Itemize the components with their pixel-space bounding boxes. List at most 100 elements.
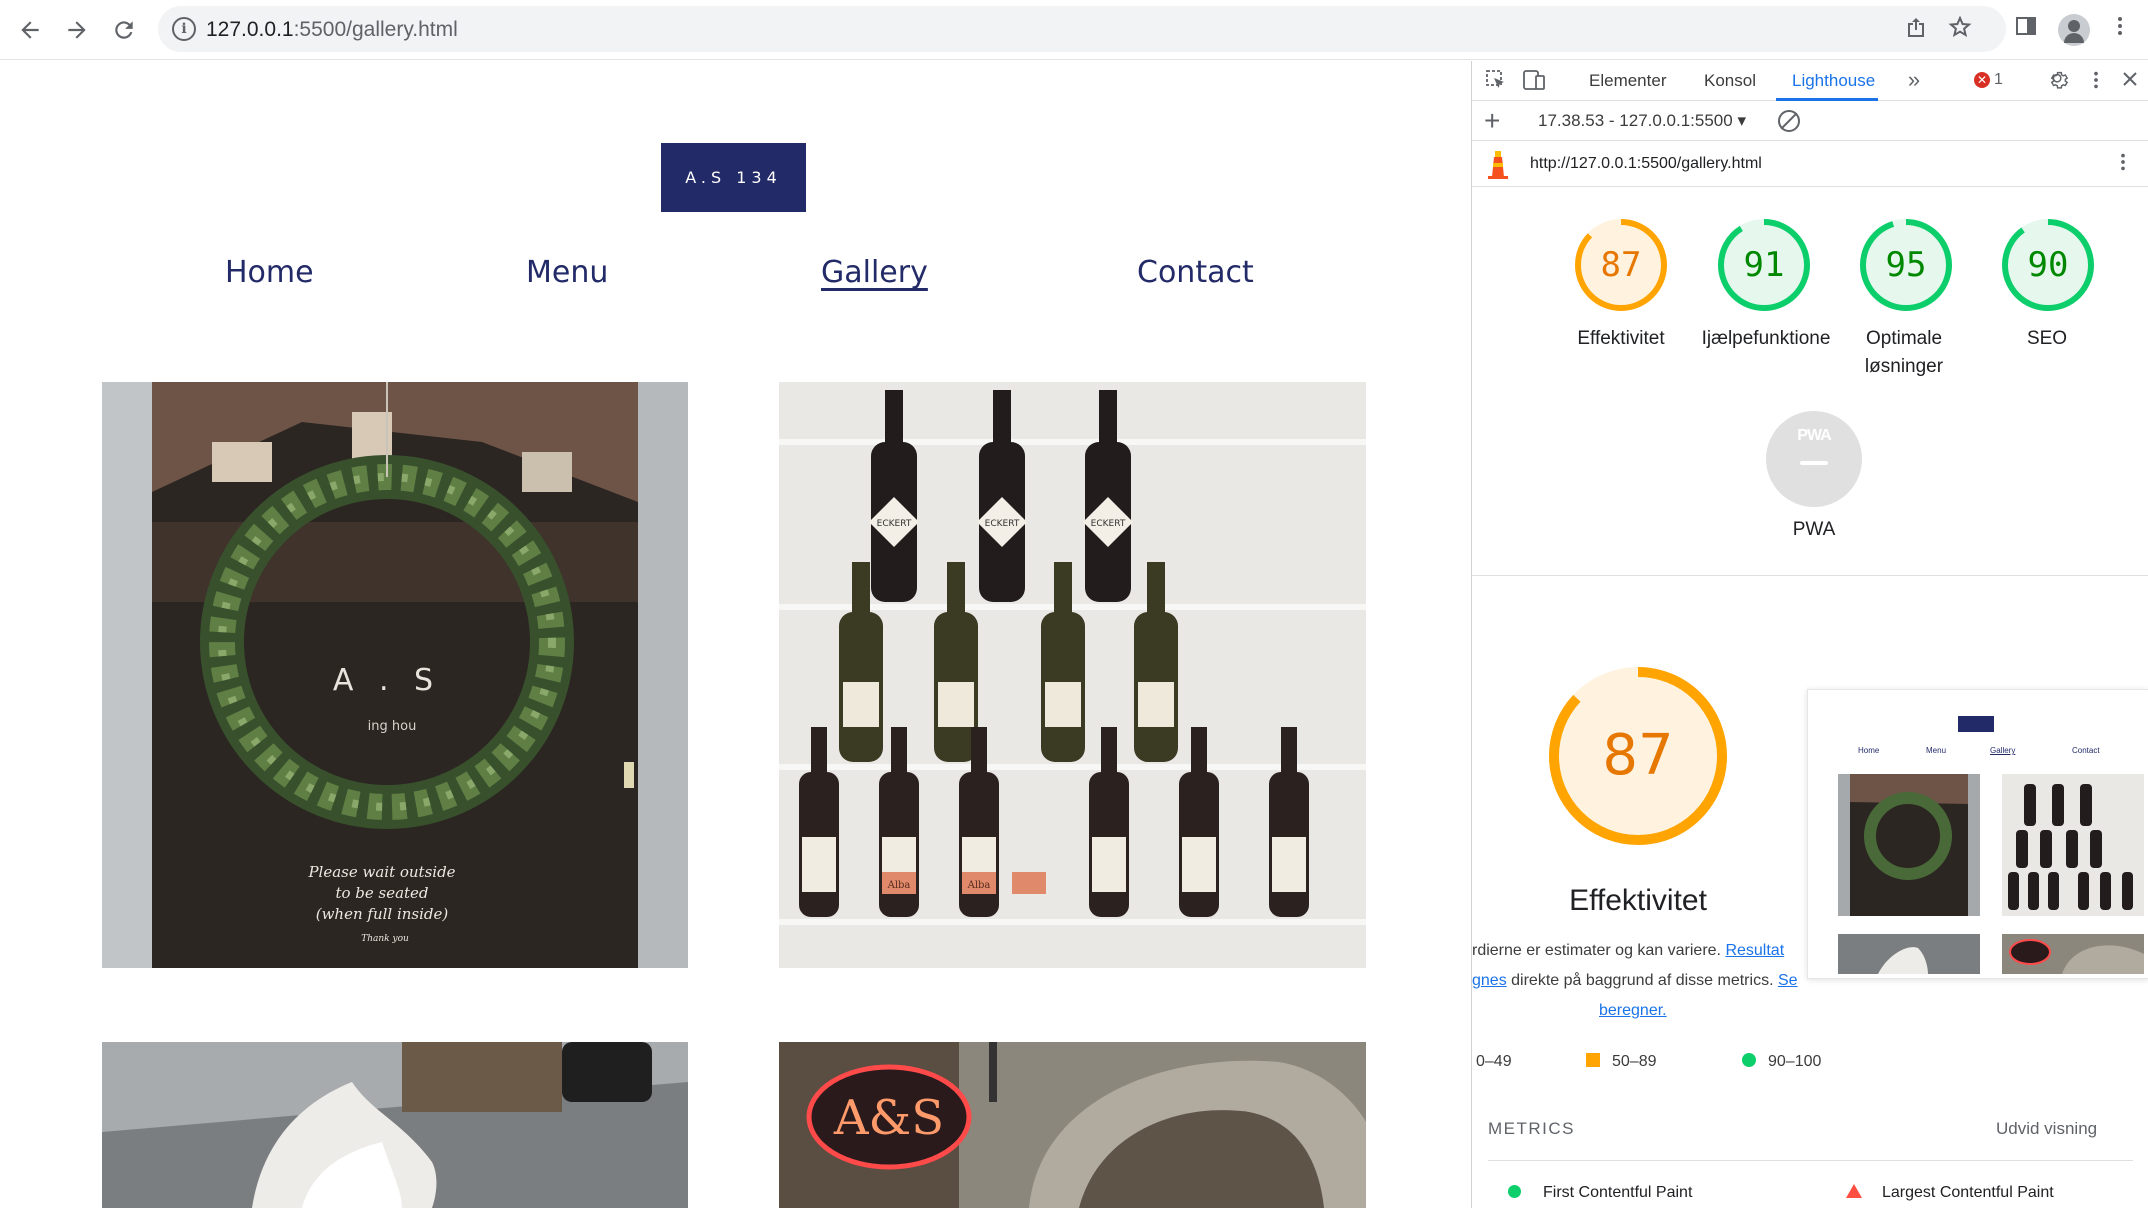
thumb-photo-wreath: [1838, 774, 1980, 916]
reload-icon[interactable]: [106, 12, 142, 48]
svg-text:Thank you: Thank you: [361, 934, 409, 944]
page-screenshot-thumbnail[interactable]: Home Menu Gallery Contact: [1807, 689, 2148, 979]
performance-title: Effektivitet: [1569, 884, 1707, 917]
thumb-nav-contact: Contact: [2072, 746, 2100, 755]
nav-link-contact[interactable]: Contact: [1137, 255, 1254, 290]
calculated-link[interactable]: gnes: [1472, 972, 1507, 989]
svg-text:Alba: Alba: [967, 880, 991, 891]
audited-url: http://127.0.0.1:5500/gallery.html: [1530, 155, 1762, 172]
orange-square-icon: [1586, 1053, 1600, 1067]
legend-average: 50–89: [1586, 1053, 1657, 1071]
svg-text:A&S: A&S: [833, 1090, 944, 1146]
gauge-effektivitet[interactable]: 87: [1573, 217, 1669, 313]
back-arrow-icon[interactable]: [12, 12, 48, 48]
gauge-score-value: 87: [1600, 245, 1642, 285]
new-report-plus-icon[interactable]: +: [1484, 105, 1500, 137]
gauge-label-pwa: PWA: [1792, 519, 1836, 540]
forward-arrow-icon[interactable]: [59, 12, 95, 48]
thumb-photo-wine: [2002, 774, 2144, 916]
close-devtools-icon[interactable]: [2118, 69, 2142, 95]
fail-triangle-icon: [1846, 1184, 1862, 1198]
site-logo[interactable]: A.S 134: [661, 143, 806, 212]
address-url: 127.0.0.1:5500/gallery.html: [206, 18, 458, 41]
gauge-accessibility[interactable]: 91: [1716, 217, 1812, 313]
gallery-photo-dessert[interactable]: [102, 1042, 688, 1208]
thumb-nav-menu: Menu: [1926, 746, 1947, 755]
svg-text:Please wait outside: Please wait outside: [307, 863, 455, 881]
metric-largest-contentful-paint: Largest Contentful Paint: [1846, 1184, 2054, 1202]
error-icon: ✕: [1974, 71, 1990, 88]
pwa-badge[interactable]: PWA: [1766, 411, 1862, 507]
gauge-label-seo: SEO: [2026, 328, 2068, 349]
svg-text:to be seated: to be seated: [335, 884, 428, 902]
thumb-logo: [1958, 716, 1994, 732]
browser-menu-icon[interactable]: [2104, 14, 2136, 46]
dropdown-arrow-icon: ▾: [1737, 111, 1747, 130]
gauge-label-accessibility: Ijælpefunktione: [1701, 328, 1831, 349]
report-menu-icon[interactable]: [2112, 151, 2134, 179]
address-bar[interactable]: i 127.0.0.1:5500/gallery.html: [158, 6, 2006, 52]
performance-score: 87: [1602, 723, 1674, 788]
green-circle-icon: [1742, 1053, 1756, 1067]
tab-lighthouse[interactable]: Lighthouse: [1792, 71, 1875, 91]
gallery-photo-neon-sign[interactable]: A&S: [779, 1042, 1366, 1208]
pass-circle-icon: [1508, 1185, 1521, 1198]
device-toolbar-icon[interactable]: [1522, 69, 1546, 97]
metrics-heading: METRICS: [1488, 1119, 1575, 1138]
tab-elementer[interactable]: Elementer: [1589, 71, 1666, 91]
gauge-best-practices[interactable]: 95: [1858, 217, 1954, 313]
see-link[interactable]: Se: [1778, 972, 1798, 989]
devtools-tabbar: Elementer Konsol Lighthouse » ✕ 1: [1472, 61, 2148, 101]
error-counter[interactable]: ✕ 1: [1974, 71, 2003, 89]
clear-reports-icon[interactable]: [1778, 110, 1800, 132]
svg-text:(when full inside): (when full inside): [316, 905, 449, 923]
svg-text:ECKERT: ECKERT: [985, 519, 1020, 529]
gauge-seo[interactable]: 90: [2000, 217, 2096, 313]
results-link[interactable]: Resultat: [1725, 942, 1784, 959]
svg-text:ECKERT: ECKERT: [1091, 519, 1126, 529]
thumb-photo-dessert: [1838, 934, 1980, 974]
lighthouse-logo-icon: [1488, 151, 1508, 179]
gauge-label-best-practices: Optimale løsninger: [1864, 328, 1944, 377]
legend-pass: 90–100: [1742, 1053, 1821, 1071]
nav-link-menu[interactable]: Menu: [526, 255, 608, 290]
thumb-nav-home: Home: [1858, 746, 1880, 755]
devtools-panel: Elementer Konsol Lighthouse » ✕ 1 + 17.38…: [1471, 61, 2148, 1208]
profile-avatar-icon[interactable]: [2058, 14, 2090, 46]
devtools-menu-icon[interactable]: [2084, 69, 2108, 97]
svg-text:Alba: Alba: [887, 880, 911, 891]
score-description-line-3: beregner.: [1599, 1002, 1959, 1020]
expand-view-toggle[interactable]: Udvid visning: [1996, 1119, 2097, 1139]
calculator-link[interactable]: beregner.: [1599, 1002, 1667, 1019]
inspect-element-icon[interactable]: [1484, 69, 1508, 97]
metric-first-contentful-paint: First Contentful Paint: [1508, 1184, 1692, 1202]
bookmark-star-icon[interactable]: [1946, 15, 1974, 43]
thumb-nav-gallery: Gallery: [1990, 746, 2016, 755]
share-icon[interactable]: [1902, 15, 1930, 43]
gauge-score-value: 90: [2027, 245, 2069, 285]
gauge-label-effektivitet: Effektivitet: [1577, 328, 1665, 349]
more-tabs-chevron-icon[interactable]: »: [1902, 67, 1926, 93]
audited-url-bar: http://127.0.0.1:5500/gallery.html: [1472, 141, 2148, 187]
lighthouse-report-bar: + 17.38.53 - 127.0.0.1:5500 ▾: [1472, 101, 2148, 141]
thumb-photo-sign: [2002, 934, 2144, 974]
browser-toolbar: i 127.0.0.1:5500/gallery.html: [0, 0, 2148, 60]
nav-link-gallery[interactable]: Gallery: [821, 255, 928, 290]
gauge-score-value: 95: [1885, 245, 1927, 285]
nav-link-home[interactable]: Home: [225, 255, 314, 290]
page-viewport: A.S 134 Home Menu Gallery Contact A . S …: [0, 61, 1470, 1208]
tab-konsol[interactable]: Konsol: [1704, 71, 1756, 91]
score-description-line-2: gnes direkte på baggrund af disse metric…: [1472, 972, 1798, 989]
side-panel-icon[interactable]: [2010, 14, 2042, 46]
svg-text:ing hou: ing hou: [368, 719, 417, 734]
svg-text:ECKERT: ECKERT: [877, 519, 912, 529]
gallery-photo-wreath[interactable]: A . S ing hou Please wait outside to be …: [102, 382, 688, 968]
score-description-line-1: rdierne er estimater og kan variere. Res…: [1472, 942, 1785, 959]
settings-gear-icon[interactable]: [2047, 69, 2071, 97]
legend-fail: 0–49: [1476, 1053, 1512, 1070]
gauge-score-value: 91: [1743, 245, 1785, 285]
gallery-photo-wine-shelf[interactable]: ECKERT ECKERT ECKERT Alba Alba: [779, 382, 1366, 968]
svg-text:A . S: A . S: [333, 663, 441, 698]
site-info-icon[interactable]: i: [172, 17, 196, 41]
report-selector[interactable]: 17.38.53 - 127.0.0.1:5500 ▾: [1538, 111, 1746, 131]
